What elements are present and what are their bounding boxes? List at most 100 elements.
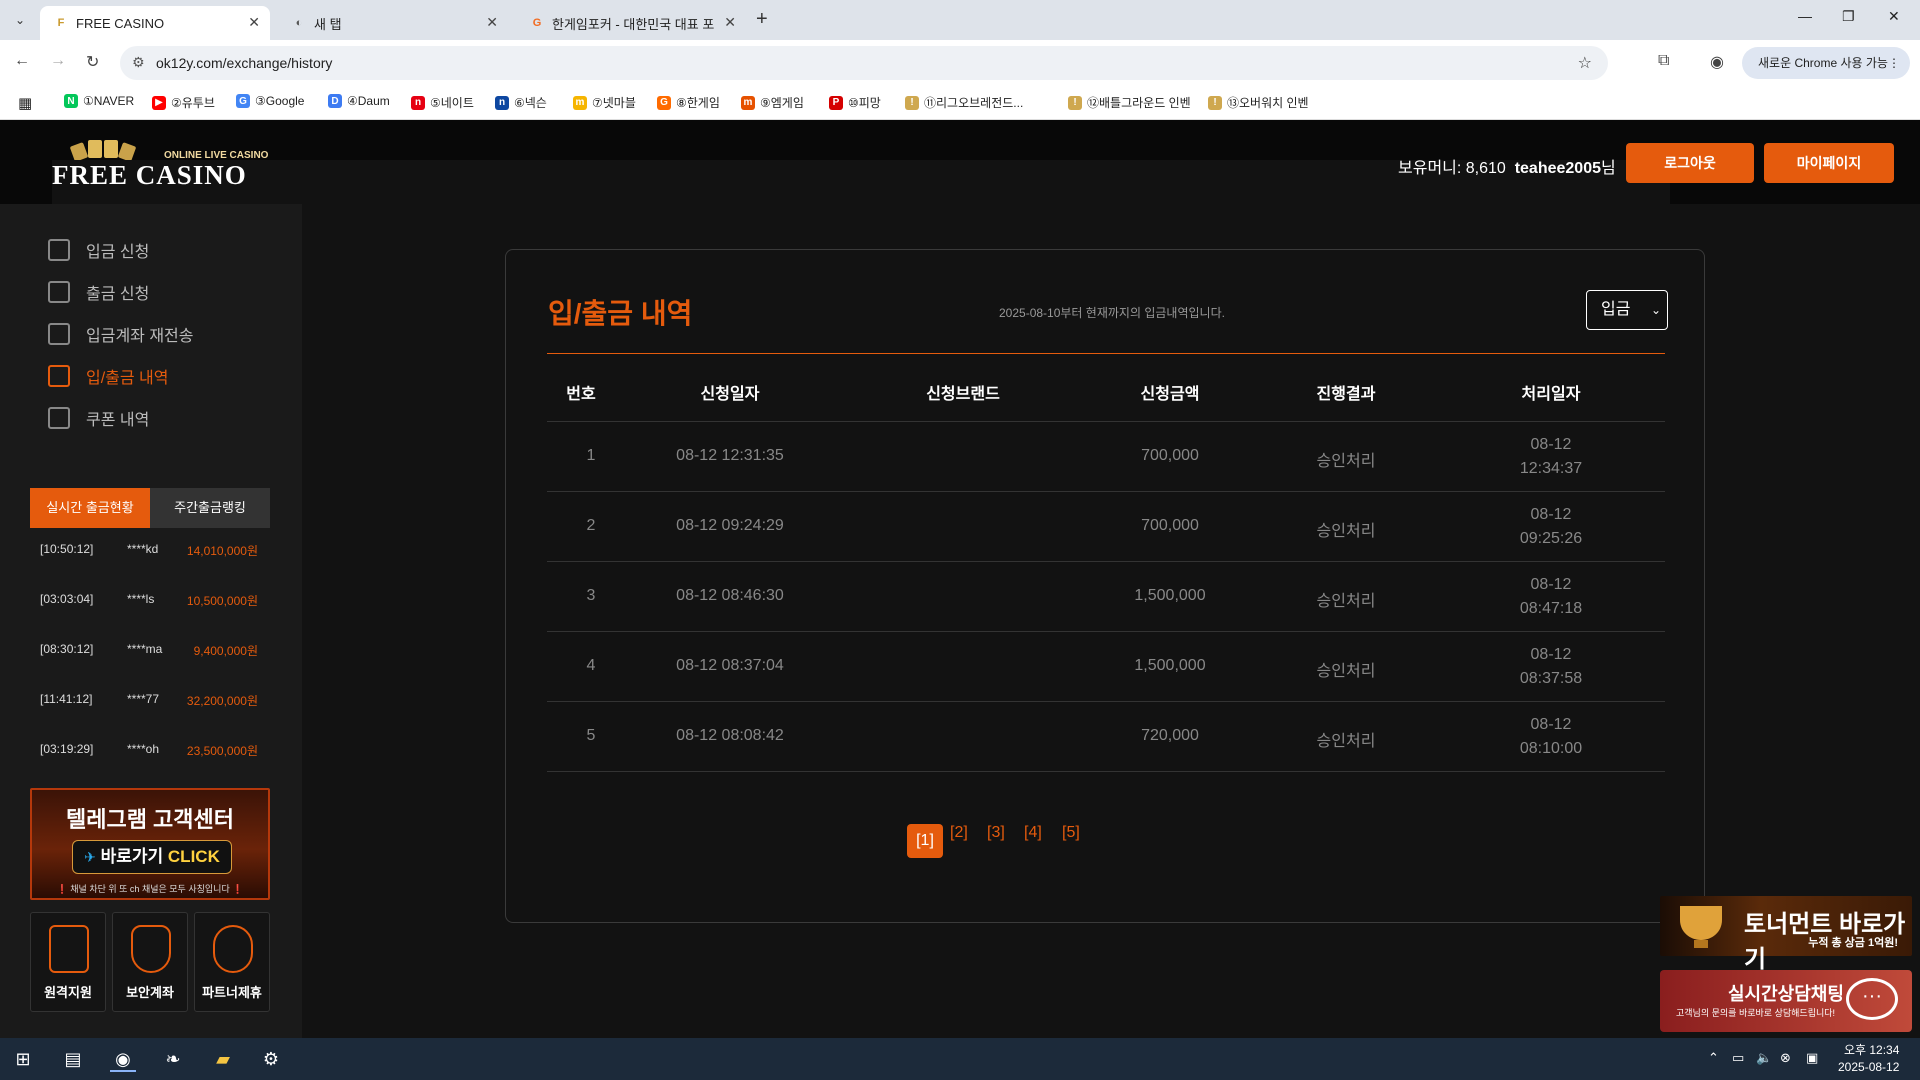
cell-amount: 700,000 (1141, 447, 1199, 464)
cell-amount: 1,500,000 (1134, 657, 1206, 674)
close-tab-icon[interactable]: ✕ (724, 14, 736, 31)
bookmark-label: ⑫배틀그라운드 인벤 (1087, 96, 1191, 110)
bookmark-item[interactable]: ! ⑬오버워치 인벤 (1208, 94, 1309, 111)
apps-grid-icon[interactable]: ▦ (18, 94, 32, 112)
settings-icon[interactable]: ⚙ (258, 1046, 284, 1072)
bookmark-item[interactable]: G ⑧한게임 (657, 94, 720, 111)
bookmark-star-icon[interactable]: ☆ (1578, 53, 1592, 73)
ranking-user: ****77 (127, 692, 160, 706)
bookmark-item[interactable]: ! ⑫배틀그라운드 인벤 (1068, 94, 1191, 111)
extensions-icon[interactable]: ⧉ (1658, 52, 1669, 70)
back-icon[interactable]: ← (14, 52, 30, 70)
bookmark-item[interactable]: n ⑥넥슨 (495, 94, 547, 111)
tab-hangame-poker[interactable]: G 한게임포커 - 대한민국 대표 포 ✕ (516, 6, 746, 40)
bookmark-item[interactable]: D ④Daum (328, 94, 390, 108)
site-logo[interactable]: ONLINE LIVE CASINO FREE CASINO (48, 138, 1670, 994)
sidebar-item-history[interactable]: 입/출금 내역 (48, 364, 169, 388)
ranking-user: ****kd (127, 542, 159, 556)
cell-date: 08-12 08:46:30 (676, 587, 784, 604)
sidebar-item-deposit[interactable]: 입금 신청 (48, 238, 149, 262)
chrome-icon[interactable]: ◉ (110, 1046, 136, 1072)
network-icon[interactable]: ▭ (1732, 1050, 1744, 1066)
ranking-amount: 23,500,000원 (186, 744, 258, 758)
close-tab-icon[interactable]: ✕ (248, 14, 260, 31)
page-link[interactable]: [2] (950, 824, 968, 842)
bookmark-item[interactable]: m ⑨엠게임 (741, 94, 804, 111)
ime-icon[interactable]: ▣ (1806, 1050, 1818, 1066)
table-header: 번호 신청일자 신청브랜드 신청금액 진행결과 처리일자 (547, 380, 1665, 422)
volume-icon[interactable]: 🔈 (1756, 1050, 1772, 1066)
tab-new[interactable]: ◐ 새 탭 ✕ (278, 6, 508, 40)
bookmark-favicon-icon: n (495, 95, 509, 110)
url-text[interactable]: ok12y.com/exchange/history (156, 55, 332, 71)
page-link[interactable]: [4] (1024, 824, 1042, 842)
live-chat-banner[interactable]: 실시간상담채팅 고객님의 문의를 바로바로 상담해드립니다! ··· (1660, 970, 1912, 1032)
bookmark-item[interactable]: P ⑩피망 (829, 94, 881, 111)
bookmark-item[interactable]: n ⑤네이트 (411, 94, 474, 111)
mypage-button[interactable]: 마이페이지 (1764, 143, 1894, 183)
history-panel: 입/출금 내역 2025-08-10부터 현재까지의 입금내역입니다. 입금 ⌄ … (505, 249, 1705, 923)
quick-label: 원격지원 (44, 985, 92, 1000)
ranking-amount: 32,200,000원 (186, 694, 258, 708)
more-menu-icon[interactable]: ⋮ (1888, 47, 1900, 79)
cell-result: 승인처리 (1316, 663, 1376, 680)
system-clock[interactable]: 오후 12:34 2025-08-12 (1838, 1042, 1899, 1076)
sidebar-item-coupon[interactable]: 쿠폰 내역 (48, 406, 149, 430)
minimize-icon[interactable]: — (1798, 8, 1812, 24)
bookmark-item[interactable]: N ①NAVER (64, 94, 134, 108)
bookmark-item[interactable]: G ③Google (236, 94, 304, 108)
history-note: 2025-08-10부터 현재까지의 입금내역입니다. (999, 306, 1225, 320)
windows-start-icon[interactable]: ⊞ (10, 1046, 36, 1072)
tab-weekly-ranking[interactable]: 주간출금랭킹 (150, 488, 270, 528)
page-link[interactable]: [1] (907, 824, 943, 858)
chevron-down-icon: ⌄ (1650, 303, 1661, 317)
tab-realtime-withdraw[interactable]: 실시간 출금현황 (30, 488, 150, 528)
omnibox[interactable]: ⚙ ok12y.com/exchange/history ☆ (120, 46, 1608, 80)
cell-proc-date: 08-12 (1530, 646, 1572, 663)
telegram-btn-a: 바로가기 (100, 847, 168, 866)
sidebar-item-label: 쿠폰 내역 (86, 412, 150, 429)
profile-icon[interactable]: ◉ (1710, 52, 1724, 72)
page-link[interactable]: [3] (987, 824, 1005, 842)
shield-icon (131, 925, 171, 973)
file-app-icon[interactable]: ▤ (60, 1046, 86, 1072)
ranking-user: ****ls (127, 592, 155, 606)
bookmark-item[interactable]: ▶ ②유투브 (152, 94, 215, 111)
sidebar-item-withdraw[interactable]: 출금 신청 (48, 280, 149, 304)
tab-search-icon[interactable]: ⌄ (10, 10, 30, 30)
tab-label: FREE CASINO (76, 15, 165, 31)
sidebar-item-resend-account[interactable]: 입금계좌 재전송 (48, 322, 194, 346)
restore-icon[interactable]: ❐ (1842, 8, 1855, 25)
bookmark-item[interactable]: m ⑦넷마블 (573, 94, 636, 111)
remote-support-button[interactable]: 원격지원 (30, 912, 106, 1012)
bookmark-label: ⑧한게임 (676, 96, 720, 110)
bookmark-label: ⑤네이트 (430, 96, 474, 110)
forward-icon[interactable]: → (50, 52, 66, 70)
chat-subtitle: 고객님의 문의를 바로바로 상담해드립니다! (1676, 1008, 1836, 1018)
telegram-click-button[interactable]: ✈ 바로가기 CLICK (72, 840, 232, 874)
ranking-row: [03:19:29] ****oh 23,500,000원 (30, 742, 270, 762)
bookmark-item[interactable]: ! ⑪리그오브레전드... (905, 94, 1023, 111)
folder-icon[interactable]: ▰ (210, 1046, 236, 1072)
site-info-icon[interactable]: ⚙ (132, 54, 145, 71)
page-link[interactable]: [5] (1062, 824, 1080, 842)
address-bar-row: ← → ↻ ⚙ ok12y.com/exchange/history ☆ ⧉ ◉… (0, 40, 1920, 86)
telegram-support-banner[interactable]: 텔레그램 고객센터 ✈ 바로가기 CLICK ❗ 채널 차단 위 또 ch 채널… (30, 788, 270, 900)
new-tab-icon[interactable]: + (756, 8, 768, 31)
type-select[interactable]: 입금 ⌄ (1586, 290, 1668, 330)
tab-free-casino[interactable]: F FREE CASINO ✕ (40, 6, 270, 40)
mute-icon[interactable]: ⊗ (1780, 1050, 1791, 1066)
tournament-banner[interactable]: 토너먼트 바로가기 누적 총 상금 1억원! (1660, 896, 1912, 973)
chrome-update-button[interactable]: 새로운 Chrome 사용 가능 ⋮ (1742, 47, 1910, 79)
secure-account-button[interactable]: 보안계좌 (112, 912, 188, 1012)
logout-button[interactable]: 로그아웃 (1626, 143, 1754, 183)
window-close-icon[interactable]: ✕ (1888, 8, 1900, 25)
column-header: 신청일자 (700, 386, 760, 403)
partnership-button[interactable]: 파트너제휴 (194, 912, 270, 1012)
cell-proc-time: 08:47:18 (1519, 600, 1583, 617)
close-tab-icon[interactable]: ✕ (486, 14, 498, 31)
feather-app-icon[interactable]: ❧ (160, 1046, 186, 1072)
ranking-row: [08:30:12] ****ma 9,400,000원 (30, 642, 270, 662)
tray-expand-icon[interactable]: ⌃ (1708, 1050, 1719, 1066)
reload-icon[interactable]: ↻ (86, 52, 99, 72)
